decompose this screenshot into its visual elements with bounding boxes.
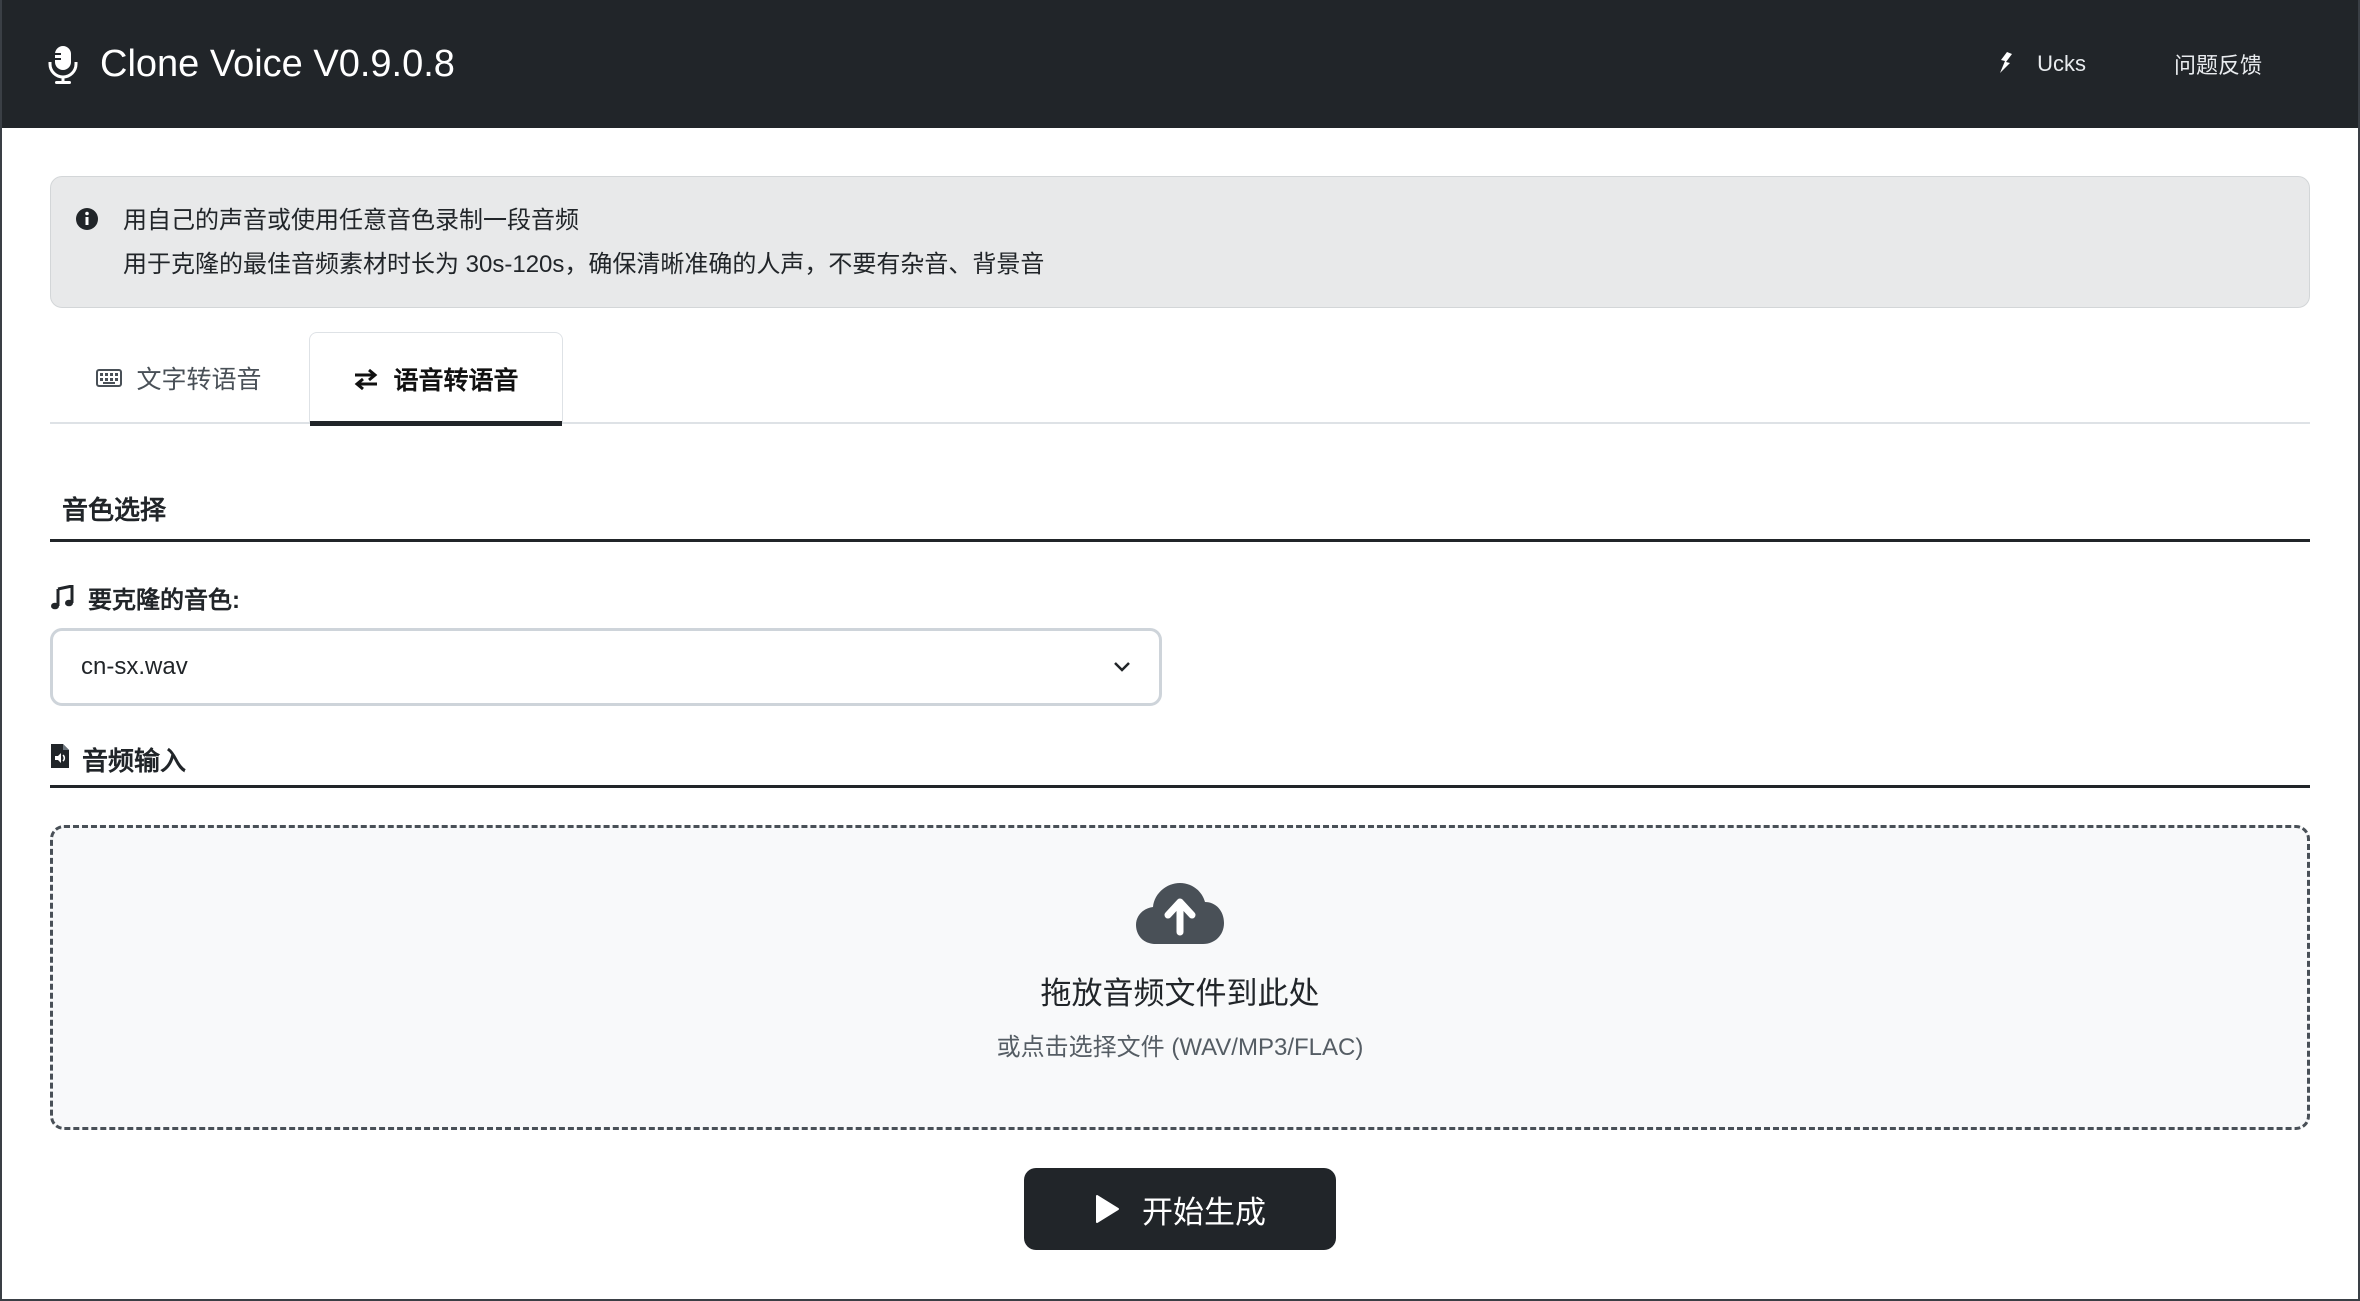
audio-dropzone[interactable]: 拖放音频文件到此处 或点击选择文件 (WAV/MP3/FLAC) [50,825,2310,1130]
alert-line-2: 用于克隆的最佳音频素材时长为 30s-120s，确保清晰准确的人声，不要有杂音、… [123,251,1045,278]
nav-link-label: Ucks [2037,51,2086,76]
start-generate-button[interactable]: 开始生成 [1024,1168,1336,1250]
audio-section-header: 音频输入 [50,738,2310,788]
alert-line-1: 用自己的声音或使用任意音色录制一段音频 [123,207,579,234]
dropzone-subtitle: 或点击选择文件 (WAV/MP3/FLAC) [996,1034,1364,1061]
microphone-icon [48,46,78,84]
app-window: Clone Voice V0.9.0.8 Ucks 问题反馈 用自己的声音或使用… [0,0,2360,1301]
alert-text: 用自己的声音或使用任意音色录制一段音频 用于克隆的最佳音频素材时长为 30s-1… [123,199,1044,307]
top-navbar: Clone Voice V0.9.0.8 Ucks 问题反馈 [2,0,2358,128]
dropzone-title: 拖放音频文件到此处 [1040,976,1320,1011]
nav-links: Ucks 问题反馈 [1909,48,2314,80]
mode-tabs: 文字转语音 语音转语音 [50,332,2310,426]
nav-link-label: 问题反馈 [2173,53,2262,78]
audio-file-icon [51,744,69,768]
music-note-icon [51,584,74,609]
cloud-upload-icon [1136,883,1224,944]
start-generate-label: 开始生成 [1142,1194,1266,1230]
brand[interactable]: Clone Voice V0.9.0.8 [46,43,455,86]
audio-section-title: 音频输入 [82,746,187,776]
tab-label: 文字转语音 [136,366,262,394]
play-icon [1096,1195,1119,1223]
hand-icon [2000,52,2013,73]
nav-link-feedback[interactable]: 问题反馈 [2174,48,2262,80]
voice-label-text: 要克隆的音色: [88,587,240,614]
info-icon [76,208,98,230]
voice-section-title: 音色选择 [50,490,2310,542]
tab-label: 语音转语音 [393,366,519,395]
tab-speech-to-speech[interactable]: 语音转语音 [309,332,563,426]
chevron-down-icon [1114,662,1130,672]
info-alert: 用自己的声音或使用任意音色录制一段音频 用于克隆的最佳音频素材时长为 30s-1… [50,176,2310,308]
voice-select[interactable]: cn-sx.wav [50,628,1162,706]
nav-link-ucks[interactable]: Ucks [1997,51,2086,77]
exchange-icon [355,368,378,390]
keyboard-icon [96,369,123,387]
tab-text-to-speech[interactable]: 文字转语音 [50,332,308,424]
app-title: Clone Voice V0.9.0.8 [100,42,455,85]
voice-label: 要克隆的音色: [50,580,240,615]
voice-select-value: cn-sx.wav [81,653,188,680]
